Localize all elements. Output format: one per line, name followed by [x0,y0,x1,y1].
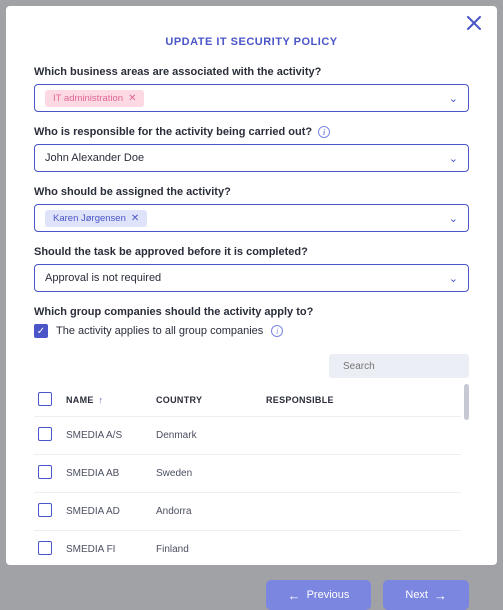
tag-label: IT administration [53,93,123,104]
cell-responsible [262,493,461,531]
tag-remove-icon[interactable]: ✕ [128,93,136,104]
col-header-country[interactable]: COUNTRY [152,384,262,417]
field-approval: Should the task be approved before it is… [34,246,469,292]
header-text: RESPONSIBLE [266,395,334,405]
tag-assigned[interactable]: Karen Jørgensen ✕ [45,210,147,227]
label-approval: Should the task be approved before it is… [34,246,469,258]
cell-name: SMEDIA AD [62,493,152,531]
row-checkbox[interactable] [38,503,52,517]
modal-footer: ← Previous Next → [34,568,469,610]
checkbox-row-all-companies: ✓ The activity applies to all group comp… [34,324,469,338]
tag-business-area[interactable]: IT administration ✕ [45,90,144,107]
info-icon[interactable]: i [318,126,330,138]
modal-title: UPDATE IT SECURITY POLICY [34,36,469,48]
field-groups: Which group companies should the activit… [34,306,469,338]
checkbox-select-all[interactable] [38,392,52,406]
label-groups: Which group companies should the activit… [34,306,469,318]
chevron-down-icon: ⌄ [449,152,458,165]
arrow-left-icon: ← [288,589,301,602]
label-assigned: Who should be assigned the activity? [34,186,469,198]
companies-table-zone: NAME ↑ COUNTRY RESPONSIBLE SMEDIA A/SDen… [34,384,469,568]
field-assigned: Who should be assigned the activity? Kar… [34,186,469,232]
label-business-areas: Which business areas are associated with… [34,66,469,78]
cell-country: Denmark [152,417,262,455]
field-responsible: Who is responsible for the activity bein… [34,126,469,172]
scrollbar[interactable] [464,384,469,568]
col-header-select [34,384,62,417]
col-header-name[interactable]: NAME ↑ [62,384,152,417]
cell-responsible [262,455,461,493]
table-row: SMEDIA FIFinland [34,531,461,569]
search-box[interactable] [329,354,469,378]
button-label: Previous [307,589,350,601]
tag-remove-icon[interactable]: ✕ [131,213,139,224]
cell-name: SMEDIA A/S [62,417,152,455]
close-button[interactable] [467,16,485,34]
row-checkbox[interactable] [38,465,52,479]
modal-update-policy: UPDATE IT SECURITY POLICY Which business… [6,6,497,565]
table-row: SMEDIA ADAndorra [34,493,461,531]
label-responsible: Who is responsible for the activity bein… [34,126,469,138]
sort-asc-icon: ↑ [99,395,104,405]
chevron-down-icon: ⌄ [449,272,458,285]
close-icon [467,16,481,30]
select-approval[interactable]: Approval is not required ⌄ [34,264,469,292]
next-button[interactable]: Next → [383,580,469,610]
cell-country: Finland [152,531,262,569]
search-wrap [34,354,469,378]
col-header-responsible[interactable]: RESPONSIBLE [262,384,461,417]
select-value: John Alexander Doe [45,152,144,164]
companies-table: NAME ↑ COUNTRY RESPONSIBLE SMEDIA A/SDen… [34,384,461,568]
cell-country: Sweden [152,455,262,493]
cell-name: SMEDIA FI [62,531,152,569]
header-text: COUNTRY [156,395,202,405]
cell-responsible [262,531,461,569]
checkbox-label: The activity applies to all group compan… [56,325,263,337]
info-icon[interactable]: i [271,325,283,337]
button-label: Next [405,589,428,601]
cell-responsible [262,417,461,455]
tag-label: Karen Jørgensen [53,213,126,224]
header-text: NAME [66,395,94,405]
chevron-down-icon: ⌄ [449,212,458,225]
chevron-down-icon: ⌄ [449,92,458,105]
table-row: SMEDIA ABSweden [34,455,461,493]
field-business-areas: Which business areas are associated with… [34,66,469,112]
label-text: Who is responsible for the activity bein… [34,126,312,138]
row-checkbox[interactable] [38,541,52,555]
search-input[interactable] [343,361,475,372]
cell-name: SMEDIA AB [62,455,152,493]
table-row: SMEDIA A/SDenmark [34,417,461,455]
checkbox-all-companies[interactable]: ✓ [34,324,48,338]
select-responsible[interactable]: John Alexander Doe ⌄ [34,144,469,172]
arrow-right-icon: → [434,589,447,602]
cell-country: Andorra [152,493,262,531]
row-checkbox[interactable] [38,427,52,441]
select-business-areas[interactable]: IT administration ✕ ⌄ [34,84,469,112]
previous-button[interactable]: ← Previous [266,580,372,610]
select-assigned[interactable]: Karen Jørgensen ✕ ⌄ [34,204,469,232]
select-value: Approval is not required [45,272,161,284]
